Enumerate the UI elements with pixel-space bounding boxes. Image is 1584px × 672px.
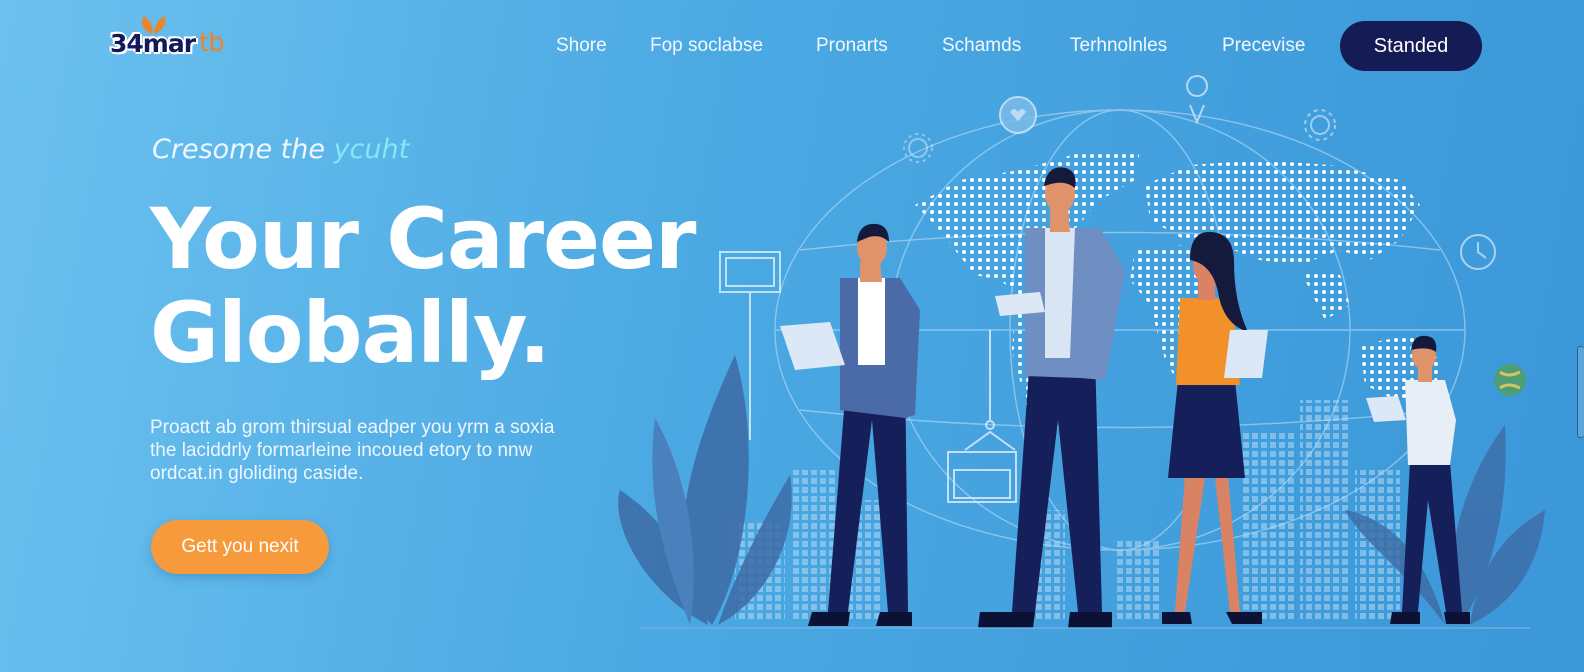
description-line-3: ordcat.in gloliding caside. (150, 463, 364, 484)
nav-link-fop-soclabse[interactable]: Fop soclabse (650, 30, 763, 62)
gear-icon (1304, 109, 1336, 141)
heart-icon (999, 96, 1037, 134)
globe-icon (1494, 364, 1526, 396)
nav-link-precevise[interactable]: Precevise (1222, 30, 1305, 62)
nav-link-terhnolnles[interactable]: Terhnolnles (1070, 30, 1167, 62)
headline-line-2: Globally. (150, 284, 551, 382)
standed-button[interactable]: Standed (1340, 21, 1482, 71)
leaf-icon (142, 16, 166, 34)
get-started-button[interactable]: Gett you nexit (151, 520, 329, 574)
scroll-handle[interactable] (1577, 346, 1584, 438)
description-line-2: the laciddrly formarleine incoued etory … (150, 440, 533, 461)
clock-icon (1460, 234, 1496, 270)
hero-description: Proactt ab grom thirsual eadper you yrm … (150, 416, 610, 485)
hero-section: 34mar tb Shore Fop soclabse Pronarts Sch… (0, 0, 1584, 672)
gear-icon (903, 133, 933, 163)
nav-link-pronarts[interactable]: Pronarts (816, 30, 888, 62)
logo-suffix: tb (199, 28, 225, 58)
nav-link-shore[interactable]: Shore (556, 30, 607, 62)
nav-link-schamds[interactable]: Schamds (942, 30, 1021, 62)
brand-logo[interactable]: 34mar tb (110, 16, 225, 66)
eyebrow-accent: ycuht (333, 134, 410, 165)
hero-headline: Your Career Globally. (150, 190, 696, 382)
hero-eyebrow: Cresome the ycuht (152, 134, 409, 165)
eyebrow-prefix: Cresome the (152, 134, 325, 165)
description-line-1: Proactt ab grom thirsual eadper you yrm … (150, 417, 555, 438)
headline-line-1: Your Career (150, 190, 696, 288)
